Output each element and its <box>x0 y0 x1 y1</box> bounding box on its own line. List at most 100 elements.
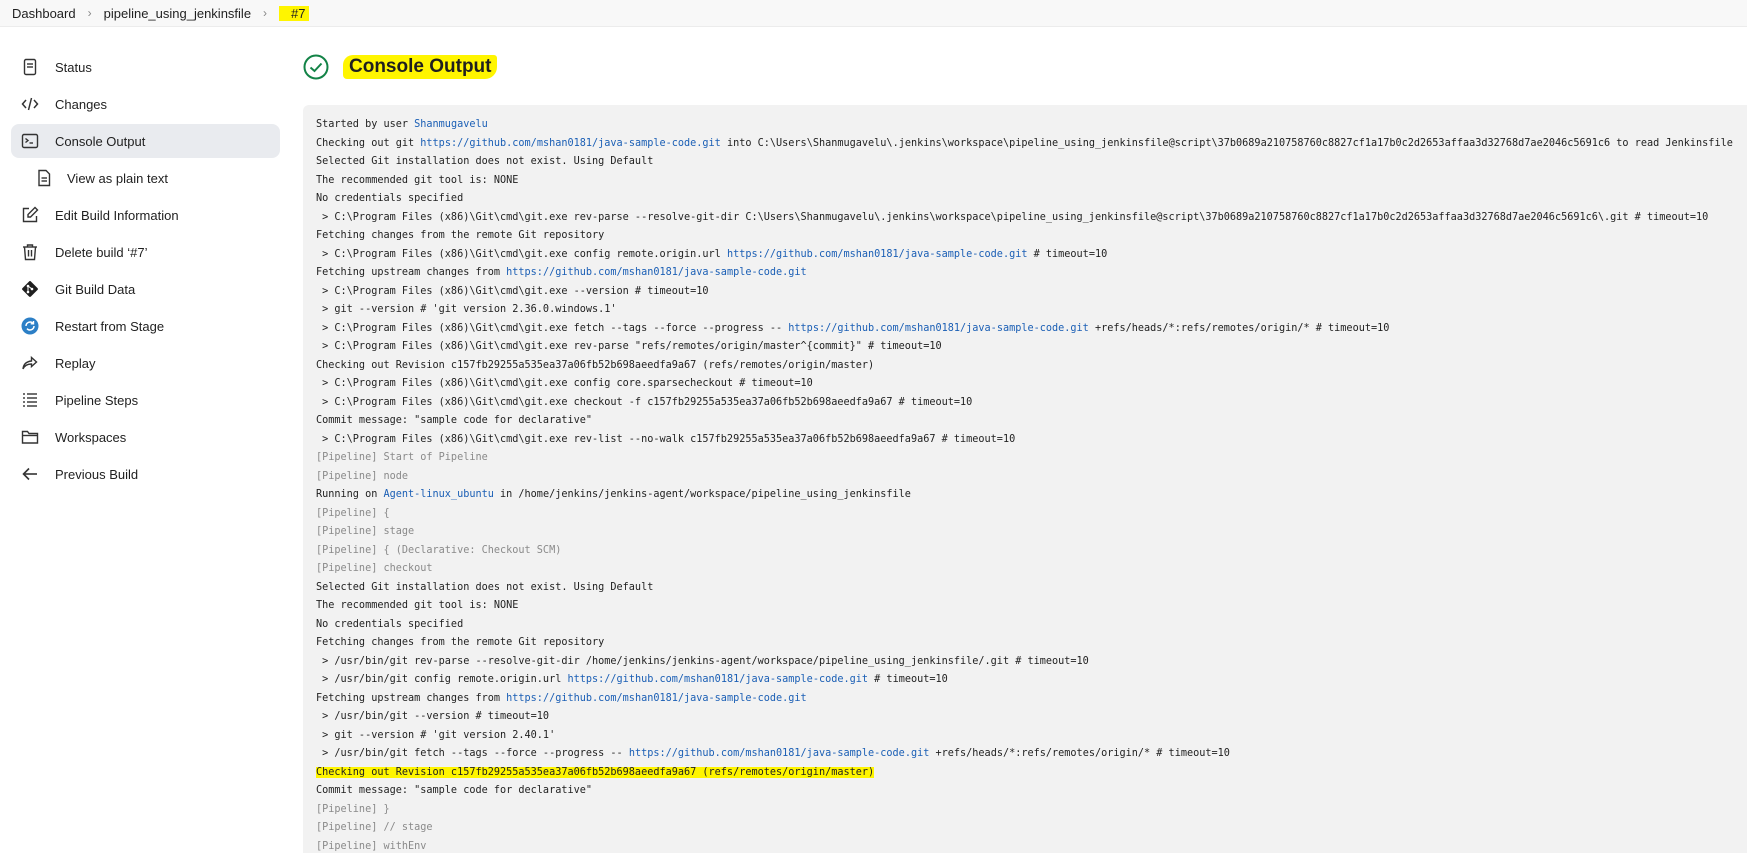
console-line: > C:\Program Files (x86)\Git\cmd\git.exe… <box>303 375 1747 394</box>
sidebar-item-label: Git Build Data <box>55 281 136 297</box>
sidebar-item-previous-build[interactable]: Previous Build <box>11 457 280 491</box>
sidebar-item-delete-build[interactable]: Delete build ‘#7’ <box>11 235 280 269</box>
sidebar-item-replay[interactable]: Replay <box>11 346 280 380</box>
console-text: [Pipeline] } <box>316 803 390 815</box>
console-link[interactable]: https://github.com/mshan0181/java-sample… <box>629 748 930 759</box>
console-text: The recommended git tool is: NONE <box>316 174 519 186</box>
console-text: > C:\Program Files (x86)\Git\cmd\git.exe… <box>316 433 1016 445</box>
console-link[interactable]: https://github.com/mshan0181/java-sample… <box>420 138 721 149</box>
console-line: The recommended git tool is: NONE <box>303 597 1747 616</box>
console-link[interactable]: https://github.com/mshan0181/java-sample… <box>727 249 1028 260</box>
console-line: > /usr/bin/git rev-parse --resolve-git-d… <box>303 653 1747 672</box>
sidebar-item-restart-from-stage[interactable]: Restart from Stage <box>11 309 280 343</box>
git-icon <box>21 280 39 298</box>
console-pipeline-line: [Pipeline] } <box>303 801 1747 820</box>
breadcrumb-build[interactable]: #7 <box>279 5 309 21</box>
trash-icon <box>21 243 39 261</box>
replay-icon <box>21 354 39 372</box>
console-line: Checking out Revision c157fb29255a535ea3… <box>303 764 1747 783</box>
console-line: No credentials specified <box>303 616 1747 635</box>
console-line: Fetching upstream changes from https://g… <box>303 690 1747 709</box>
console-text: Fetching changes from the remote Git rep… <box>316 637 605 648</box>
sidebar-item-console-output[interactable]: Console Output <box>11 124 280 158</box>
sidebar-item-changes[interactable]: Changes <box>11 87 280 121</box>
console-link[interactable]: https://github.com/mshan0181/java-sample… <box>506 267 807 278</box>
console-pipeline-line: [Pipeline] Start of Pipeline <box>303 449 1747 468</box>
console-line: > C:\Program Files (x86)\Git\cmd\git.exe… <box>303 394 1747 413</box>
restart-icon <box>21 317 39 335</box>
list-icon <box>21 391 39 409</box>
console-line: Started by user Shanmugavelu <box>303 116 1747 135</box>
breadcrumb-job[interactable]: pipeline_using_jenkinsfile <box>92 6 251 21</box>
sidebar-item-label: Pipeline Steps <box>55 392 139 408</box>
console-text: [Pipeline] // stage <box>316 822 433 833</box>
console-text: Selected Git installation does not exist… <box>316 156 654 167</box>
code-icon <box>21 95 39 113</box>
console-line: > /usr/bin/git --version # timeout=10 <box>303 708 1747 727</box>
console-text: # timeout=10 <box>1027 248 1108 260</box>
console-link[interactable]: https://github.com/mshan0181/java-sample… <box>788 323 1089 334</box>
status-icon <box>21 58 39 76</box>
edit-icon <box>21 206 39 224</box>
console-pipeline-line: [Pipeline] withEnv <box>303 838 1747 853</box>
console-line: > git --version # 'git version 2.40.1' <box>303 727 1747 746</box>
breadcrumb-dashboard[interactable]: Dashboard <box>0 6 76 21</box>
console-text: [Pipeline] stage <box>316 526 415 537</box>
console-link[interactable]: https://github.com/mshan0181/java-sample… <box>567 674 868 685</box>
sidebar-item-label: Replay <box>55 355 96 371</box>
console-text: > /usr/bin/git fetch --tags --force --pr… <box>316 748 629 759</box>
console-line: > /usr/bin/git fetch --tags --force --pr… <box>303 745 1747 764</box>
console-text: Checking out git <box>316 137 421 149</box>
console-line: Checking out Revision c157fb29255a535ea3… <box>303 357 1747 376</box>
console-line: Selected Git installation does not exist… <box>303 579 1747 598</box>
console-text: in /home/jenkins/jenkins-agent/workspace… <box>493 489 911 500</box>
console-text: [Pipeline] node <box>316 470 409 482</box>
console-line: No credentials specified <box>303 190 1747 209</box>
console-text: Checking out Revision c157fb29255a535ea3… <box>316 359 875 371</box>
breadcrumb: Dashboard › pipeline_using_jenkinsfile ›… <box>0 0 1747 27</box>
console-output: Started by user Shanmugavelu Checking out… <box>303 105 1747 853</box>
console-link[interactable]: Agent-linux_ubuntu <box>383 489 493 500</box>
sidebar-item-label: Delete build ‘#7’ <box>55 244 148 260</box>
sidebar-item-label: Previous Build <box>55 466 139 482</box>
console-text: [Pipeline] withEnv <box>316 840 427 852</box>
console-text: The recommended git tool is: NONE <box>316 600 519 611</box>
console-pipeline-line: [Pipeline] { (Declarative: Checkout SCM) <box>303 542 1747 561</box>
page-title: Console Output <box>343 55 498 79</box>
page-header: Console Output <box>303 54 498 80</box>
sidebar-item-pipeline-steps[interactable]: Pipeline Steps <box>11 383 280 417</box>
console-line: > /usr/bin/git config remote.origin.url … <box>303 671 1747 690</box>
console-text: > git --version # 'git version 2.40.1' <box>316 729 556 741</box>
console-text: > /usr/bin/git --version # timeout=10 <box>316 711 550 722</box>
console-text: > C:\Program Files (x86)\Git\cmd\git.exe… <box>316 378 813 389</box>
console-text: No credentials specified <box>316 618 464 630</box>
console-line: > C:\Program Files (x86)\Git\cmd\git.exe… <box>303 431 1747 450</box>
console-text: [Pipeline] checkout <box>316 563 433 574</box>
console-line: Checking out git https://github.com/msha… <box>303 135 1747 154</box>
sidebar-item-status[interactable]: Status <box>11 50 280 84</box>
console-link[interactable]: https://github.com/mshan0181/java-sample… <box>506 693 807 704</box>
console-link[interactable]: Shanmugavelu <box>414 119 488 130</box>
console-line: > C:\Program Files (x86)\Git\cmd\git.exe… <box>303 338 1747 357</box>
console-pipeline-line: [Pipeline] stage <box>303 523 1747 542</box>
sidebar-item-label: Workspaces <box>55 429 127 445</box>
console-text: +refs/heads/*:refs/remotes/origin/* # ti… <box>929 748 1230 759</box>
console-text: > C:\Program Files (x86)\Git\cmd\git.exe… <box>316 396 973 408</box>
console-line: Fetching changes from the remote Git rep… <box>303 227 1747 246</box>
console-text: # timeout=10 <box>868 674 948 685</box>
console-text: No credentials specified <box>316 193 464 204</box>
console-text: into C:\Users\Shanmugavelu\.jenkins\work… <box>720 137 1733 149</box>
console-text: > /usr/bin/git rev-parse --resolve-git-d… <box>316 655 1089 667</box>
sidebar-item-label: Restart from Stage <box>55 318 165 334</box>
console-text: Fetching upstream changes from <box>316 692 507 704</box>
console-text: Running on <box>316 489 384 500</box>
console-text: [Pipeline] { <box>316 507 390 519</box>
sidebar-item-edit-build-information[interactable]: Edit Build Information <box>11 198 280 232</box>
sidebar-item-workspaces[interactable]: Workspaces <box>11 420 280 454</box>
sidebar-item-view-plain-text[interactable]: View as plain text <box>11 161 280 195</box>
console-line: Fetching changes from the remote Git rep… <box>303 634 1747 653</box>
console-line: > C:\Program Files (x86)\Git\cmd\git.exe… <box>303 209 1747 228</box>
console-line: Running on Agent-linux_ubuntu in /home/j… <box>303 486 1747 505</box>
sidebar-item-git-build-data[interactable]: Git Build Data <box>11 272 280 306</box>
console-text: Fetching changes from the remote Git rep… <box>316 230 605 241</box>
